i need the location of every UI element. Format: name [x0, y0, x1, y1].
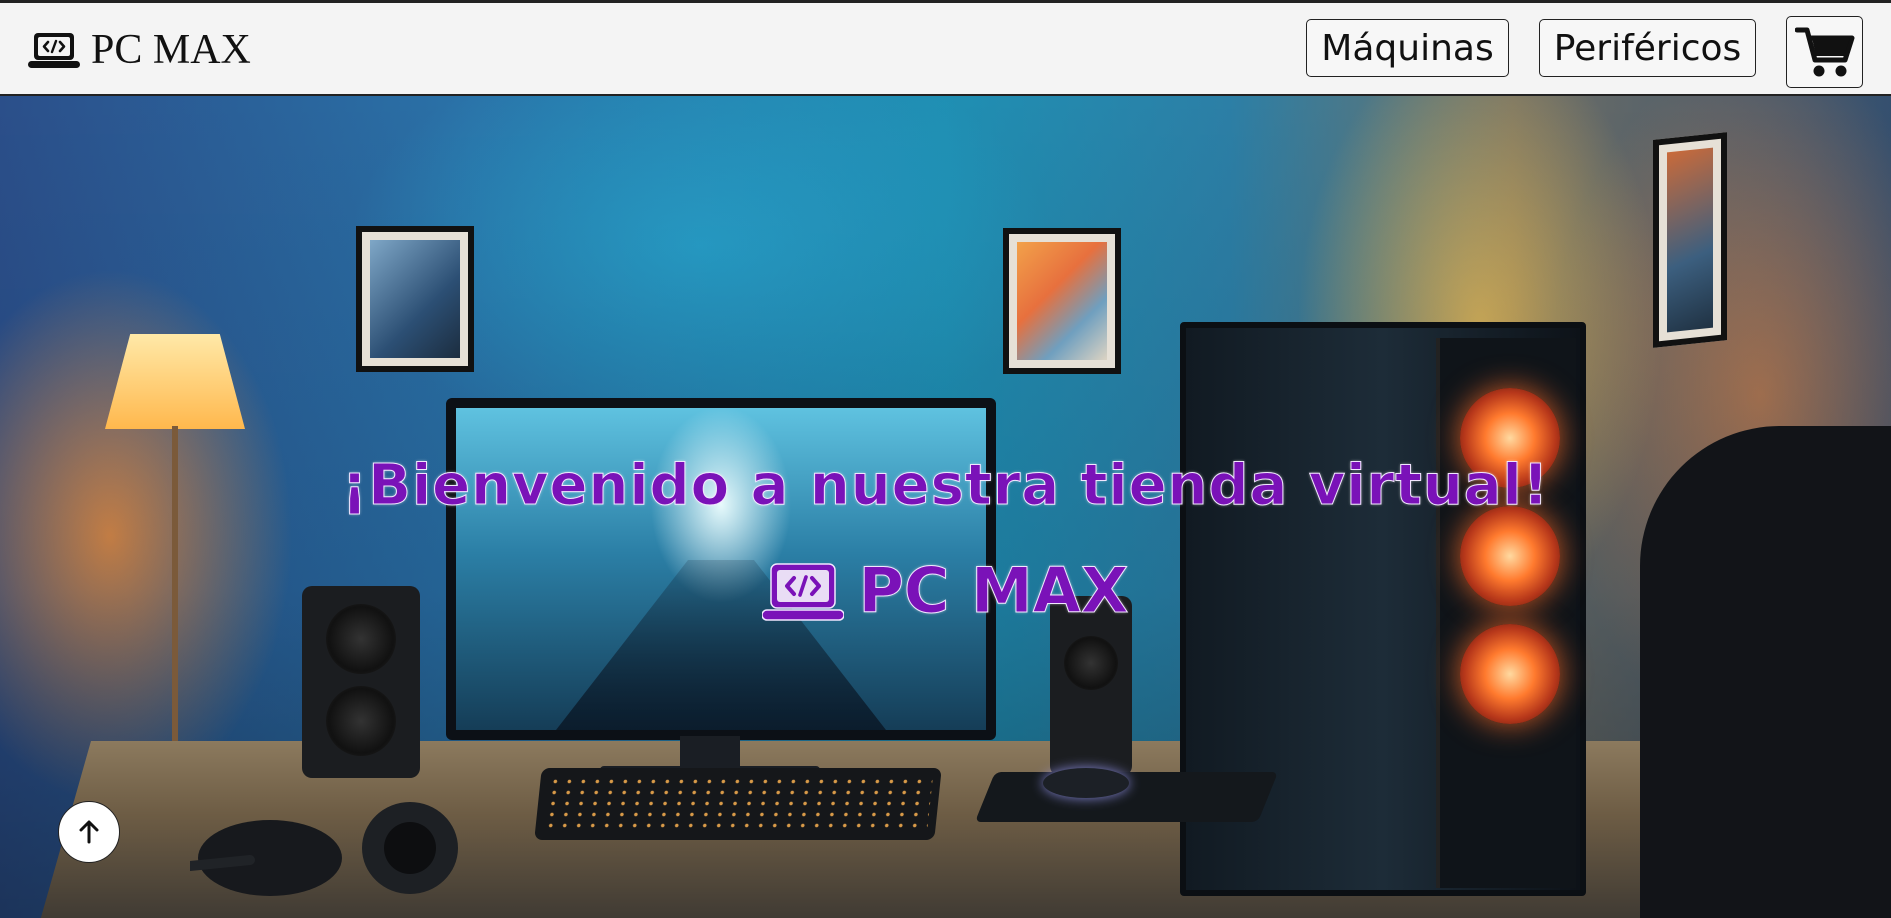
hero-brand-name: PC MAX — [858, 554, 1129, 628]
brand-link[interactable]: PC MAX — [28, 25, 251, 75]
mouse — [1043, 768, 1129, 798]
cart-button[interactable] — [1786, 16, 1863, 88]
wall-picture — [1003, 228, 1121, 374]
arrow-up-icon — [79, 820, 99, 844]
laptop-code-icon — [28, 33, 80, 68]
shopping-cart-icon — [1794, 27, 1854, 77]
wall-picture — [1653, 132, 1727, 348]
wall-picture — [356, 226, 474, 372]
hero-title: ¡Bienvenido a nuestra tienda virtual! — [341, 453, 1550, 519]
laptop-code-icon — [762, 562, 845, 621]
keyboard — [534, 768, 942, 840]
headset — [190, 802, 458, 896]
nav-maquinas-button[interactable]: Máquinas — [1306, 19, 1509, 77]
scroll-to-top-button[interactable] — [58, 801, 120, 863]
navbar: PC MAX Máquinas Periféricos — [0, 0, 1891, 96]
nav-perifericos-button[interactable]: Periféricos — [1539, 19, 1756, 77]
hero-brand: PC MAX — [0, 554, 1891, 628]
brand-name: PC MAX — [91, 27, 251, 73]
hero-banner: ¡Bienvenido a nuestra tienda virtual! PC… — [0, 96, 1891, 918]
